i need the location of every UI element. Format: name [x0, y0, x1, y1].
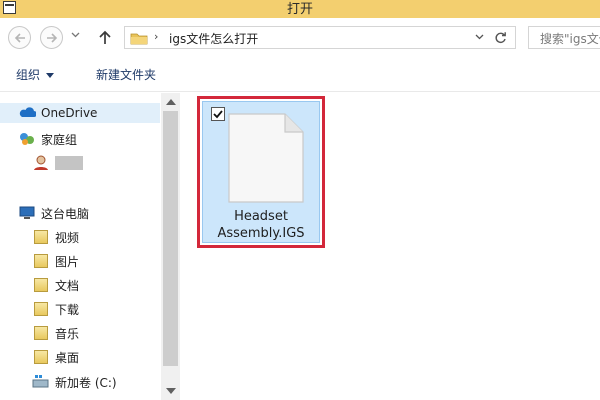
sidebar-item-music[interactable]: 音乐	[32, 323, 79, 343]
sidebar-item-label: 家庭组	[41, 132, 78, 147]
scrollbar-thumb[interactable]	[163, 111, 178, 366]
up-arrow-icon[interactable]	[98, 29, 112, 45]
address-row: › igs文件怎么打开 搜索"igs文件...	[0, 18, 600, 56]
search-input[interactable]: 搜索"igs文件...	[528, 26, 600, 49]
checkmark-icon	[213, 110, 223, 119]
sidebar-item-label: 文档	[55, 278, 80, 293]
file-name-line2: Assembly.IGS	[217, 226, 305, 241]
navigation-pane: OneDrive 家庭组 这台电脑 视频 图片 文档 下载 音乐 桌面 新加卷 …	[0, 93, 180, 400]
scroll-down-arrow-icon[interactable]	[166, 388, 176, 394]
organize-label: 组织	[16, 68, 41, 82]
forward-button[interactable]	[40, 26, 63, 49]
sidebar-item-label: 新加卷 (C:)	[55, 375, 117, 390]
navigation-scrollbar[interactable]	[161, 93, 180, 400]
sidebar-item-label: 桌面	[55, 350, 80, 365]
scroll-up-arrow-icon[interactable]	[166, 99, 176, 105]
chevron-down-icon[interactable]	[475, 34, 484, 40]
sidebar-item-onedrive[interactable]: OneDrive	[0, 103, 160, 123]
file-selection-highlight: Headset Assembly.IGS	[202, 101, 320, 243]
refresh-icon[interactable]	[494, 31, 507, 44]
sidebar-item-user[interactable]	[32, 153, 83, 173]
computer-icon	[19, 206, 35, 219]
user-avatar-icon	[34, 155, 48, 170]
sidebar-item-desktop[interactable]: 桌面	[32, 347, 79, 367]
search-placeholder: 搜索"igs文件...	[540, 32, 600, 46]
breadcrumb-separator[interactable]: ›	[154, 30, 158, 43]
breadcrumb-path[interactable]: igs文件怎么打开	[169, 30, 258, 47]
folder-icon	[130, 33, 148, 45]
sidebar-item-label: 下载	[55, 302, 80, 317]
file-item[interactable]: Headset Assembly.IGS	[197, 96, 325, 248]
pictures-folder-icon	[32, 253, 50, 269]
homegroup-icon	[20, 133, 34, 145]
back-button[interactable]	[8, 26, 31, 49]
sidebar-item-downloads[interactable]: 下载	[32, 299, 79, 319]
sidebar-item-documents[interactable]: 文档	[32, 275, 79, 295]
window-title: 打开	[286, 2, 313, 17]
sidebar-item-drive-c[interactable]: 新加卷 (C:)	[32, 372, 117, 392]
generic-document-icon	[228, 113, 304, 203]
sidebar-item-label: 这台电脑	[41, 206, 90, 221]
cloud-icon	[19, 107, 36, 117]
redacted-username	[55, 156, 83, 170]
music-folder-icon	[32, 325, 50, 341]
arrow-right-icon	[47, 33, 58, 43]
sidebar-item-videos[interactable]: 视频	[32, 227, 79, 247]
file-list: Headset Assembly.IGS	[180, 93, 600, 400]
file-checkbox[interactable]	[211, 107, 225, 121]
downloads-folder-icon	[32, 301, 50, 317]
file-name: Headset Assembly.IGS	[203, 208, 319, 242]
sidebar-item-this-pc[interactable]: 这台电脑	[18, 203, 89, 223]
recent-locations-chevron-icon[interactable]	[71, 32, 80, 38]
sidebar-item-label: 视频	[55, 230, 80, 245]
command-toolbar: 组织 新建文件夹	[0, 56, 600, 92]
sidebar-item-label: 图片	[55, 254, 80, 269]
address-bar[interactable]: › igs文件怎么打开	[124, 26, 516, 49]
sidebar-item-homegroup[interactable]: 家庭组	[18, 129, 77, 149]
organize-menu[interactable]: 组织	[16, 66, 55, 83]
desktop-folder-icon	[32, 349, 50, 365]
sidebar-item-label: OneDrive	[41, 106, 98, 120]
title-bar: 打开	[0, 0, 600, 18]
caret-down-icon	[46, 73, 55, 78]
documents-folder-icon	[32, 277, 50, 293]
sidebar-item-label: 音乐	[55, 326, 80, 341]
new-folder-button[interactable]: 新建文件夹	[96, 66, 156, 83]
drive-icon	[32, 375, 49, 388]
sidebar-item-pictures[interactable]: 图片	[32, 251, 79, 271]
arrow-left-icon	[14, 33, 25, 43]
file-name-line1: Headset	[234, 209, 288, 224]
videos-folder-icon	[32, 229, 50, 245]
